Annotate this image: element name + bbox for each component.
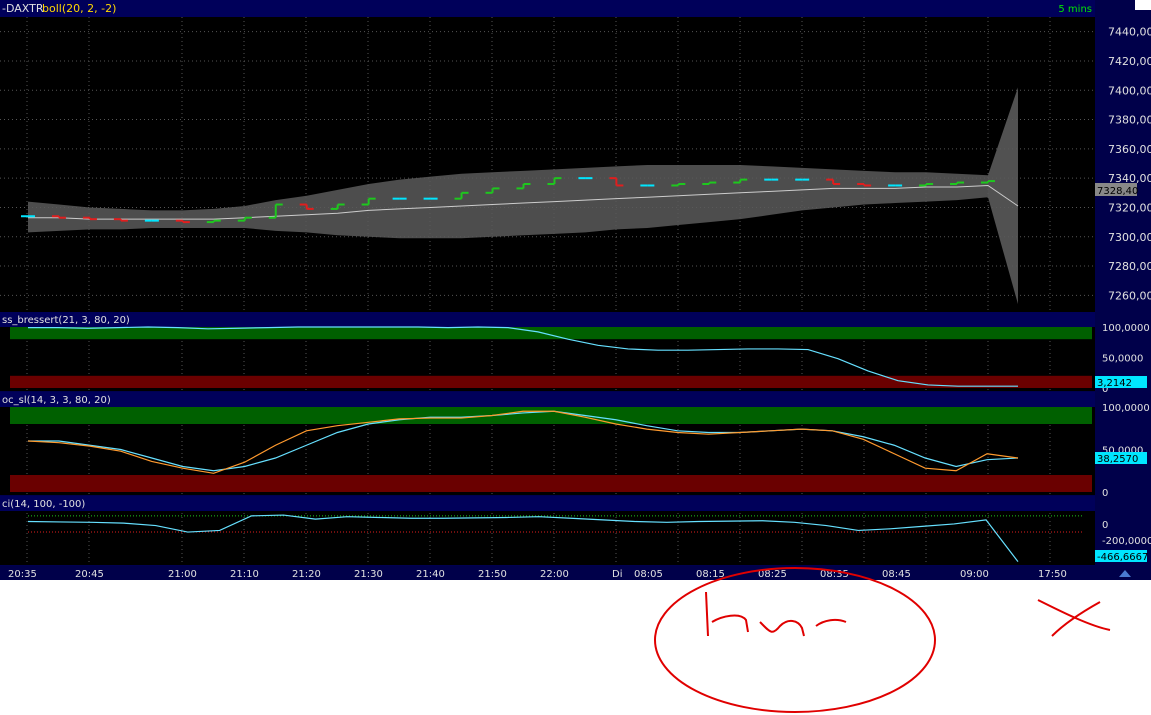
panel-tick: -200,0000 <box>1102 536 1151 547</box>
chart-title: -DAXTR <box>2 2 44 15</box>
time-label: Di <box>612 569 622 580</box>
price-tick: 7260,00 <box>1108 289 1151 302</box>
panel-title: ci(14, 100, -100) <box>2 499 85 510</box>
panel-value: 38,2570 <box>1097 454 1138 465</box>
time-label: 20:45 <box>75 569 104 580</box>
panel-value: -466,6667 <box>1097 552 1148 563</box>
time-label: 09:00 <box>960 569 989 580</box>
time-label: 21:30 <box>354 569 383 580</box>
annotation-circle <box>655 568 935 712</box>
oversold-zone <box>10 475 1092 492</box>
time-label: 21:40 <box>416 569 445 580</box>
time-label: 21:10 <box>230 569 259 580</box>
panel-title: ss_bressert(21, 3, 80, 20) <box>2 315 130 326</box>
last-price-label: 7328,40 <box>1097 186 1138 197</box>
annotation-scribble <box>706 592 846 636</box>
time-label: 21:00 <box>168 569 197 580</box>
oversold-zone <box>10 376 1092 388</box>
time-label: 20:35 <box>8 569 37 580</box>
panel-title-bar <box>0 312 1095 327</box>
price-tick: 7420,00 <box>1108 55 1151 68</box>
price-tick: 7360,00 <box>1108 143 1151 156</box>
title-bar <box>0 0 1095 17</box>
time-label: 17:50 <box>1038 569 1067 580</box>
trading-chart[interactable]: ss_bressert(21, 3, 80, 20) 100,0000 50,000… <box>0 0 1151 715</box>
price-tick: 7400,00 <box>1108 84 1151 97</box>
time-label: 08:45 <box>882 569 911 580</box>
panel-title: oc_sl(14, 3, 3, 80, 20) <box>2 395 111 406</box>
price-tick: 7380,00 <box>1108 114 1151 127</box>
panel-title-bar <box>0 392 1095 407</box>
indicator-label: boll(20, 2, -2) <box>42 2 116 15</box>
panel-value: 3,2142 <box>1097 378 1132 389</box>
chart-background <box>0 0 1151 580</box>
hand-drawn-annotations <box>655 568 1110 712</box>
time-label: 22:00 <box>540 569 569 580</box>
panel-tick: 50,0000 <box>1102 354 1143 365</box>
panel-title-bar <box>0 496 1095 511</box>
annotation-cross <box>1038 600 1110 636</box>
time-label: 21:20 <box>292 569 321 580</box>
time-label: 08:05 <box>634 569 663 580</box>
panel-tick: 100,0000 <box>1102 323 1150 334</box>
timeframe-label: 5 mins <box>1058 4 1092 15</box>
last-price-box: 7328,40 <box>1095 183 1138 197</box>
overbought-zone <box>10 407 1092 424</box>
maximize-box[interactable] <box>1135 0 1151 10</box>
price-tick: 7320,00 <box>1108 201 1151 214</box>
price-tick: 7300,00 <box>1108 231 1151 244</box>
panel-tick: 0 <box>1102 488 1108 499</box>
time-label: 21:50 <box>478 569 507 580</box>
panel-tick: 0 <box>1102 520 1108 531</box>
panel-tick: 100,0000 <box>1102 403 1150 414</box>
price-tick: 7440,00 <box>1108 26 1151 39</box>
overbought-zone <box>10 327 1092 339</box>
price-tick: 7280,00 <box>1108 260 1151 273</box>
